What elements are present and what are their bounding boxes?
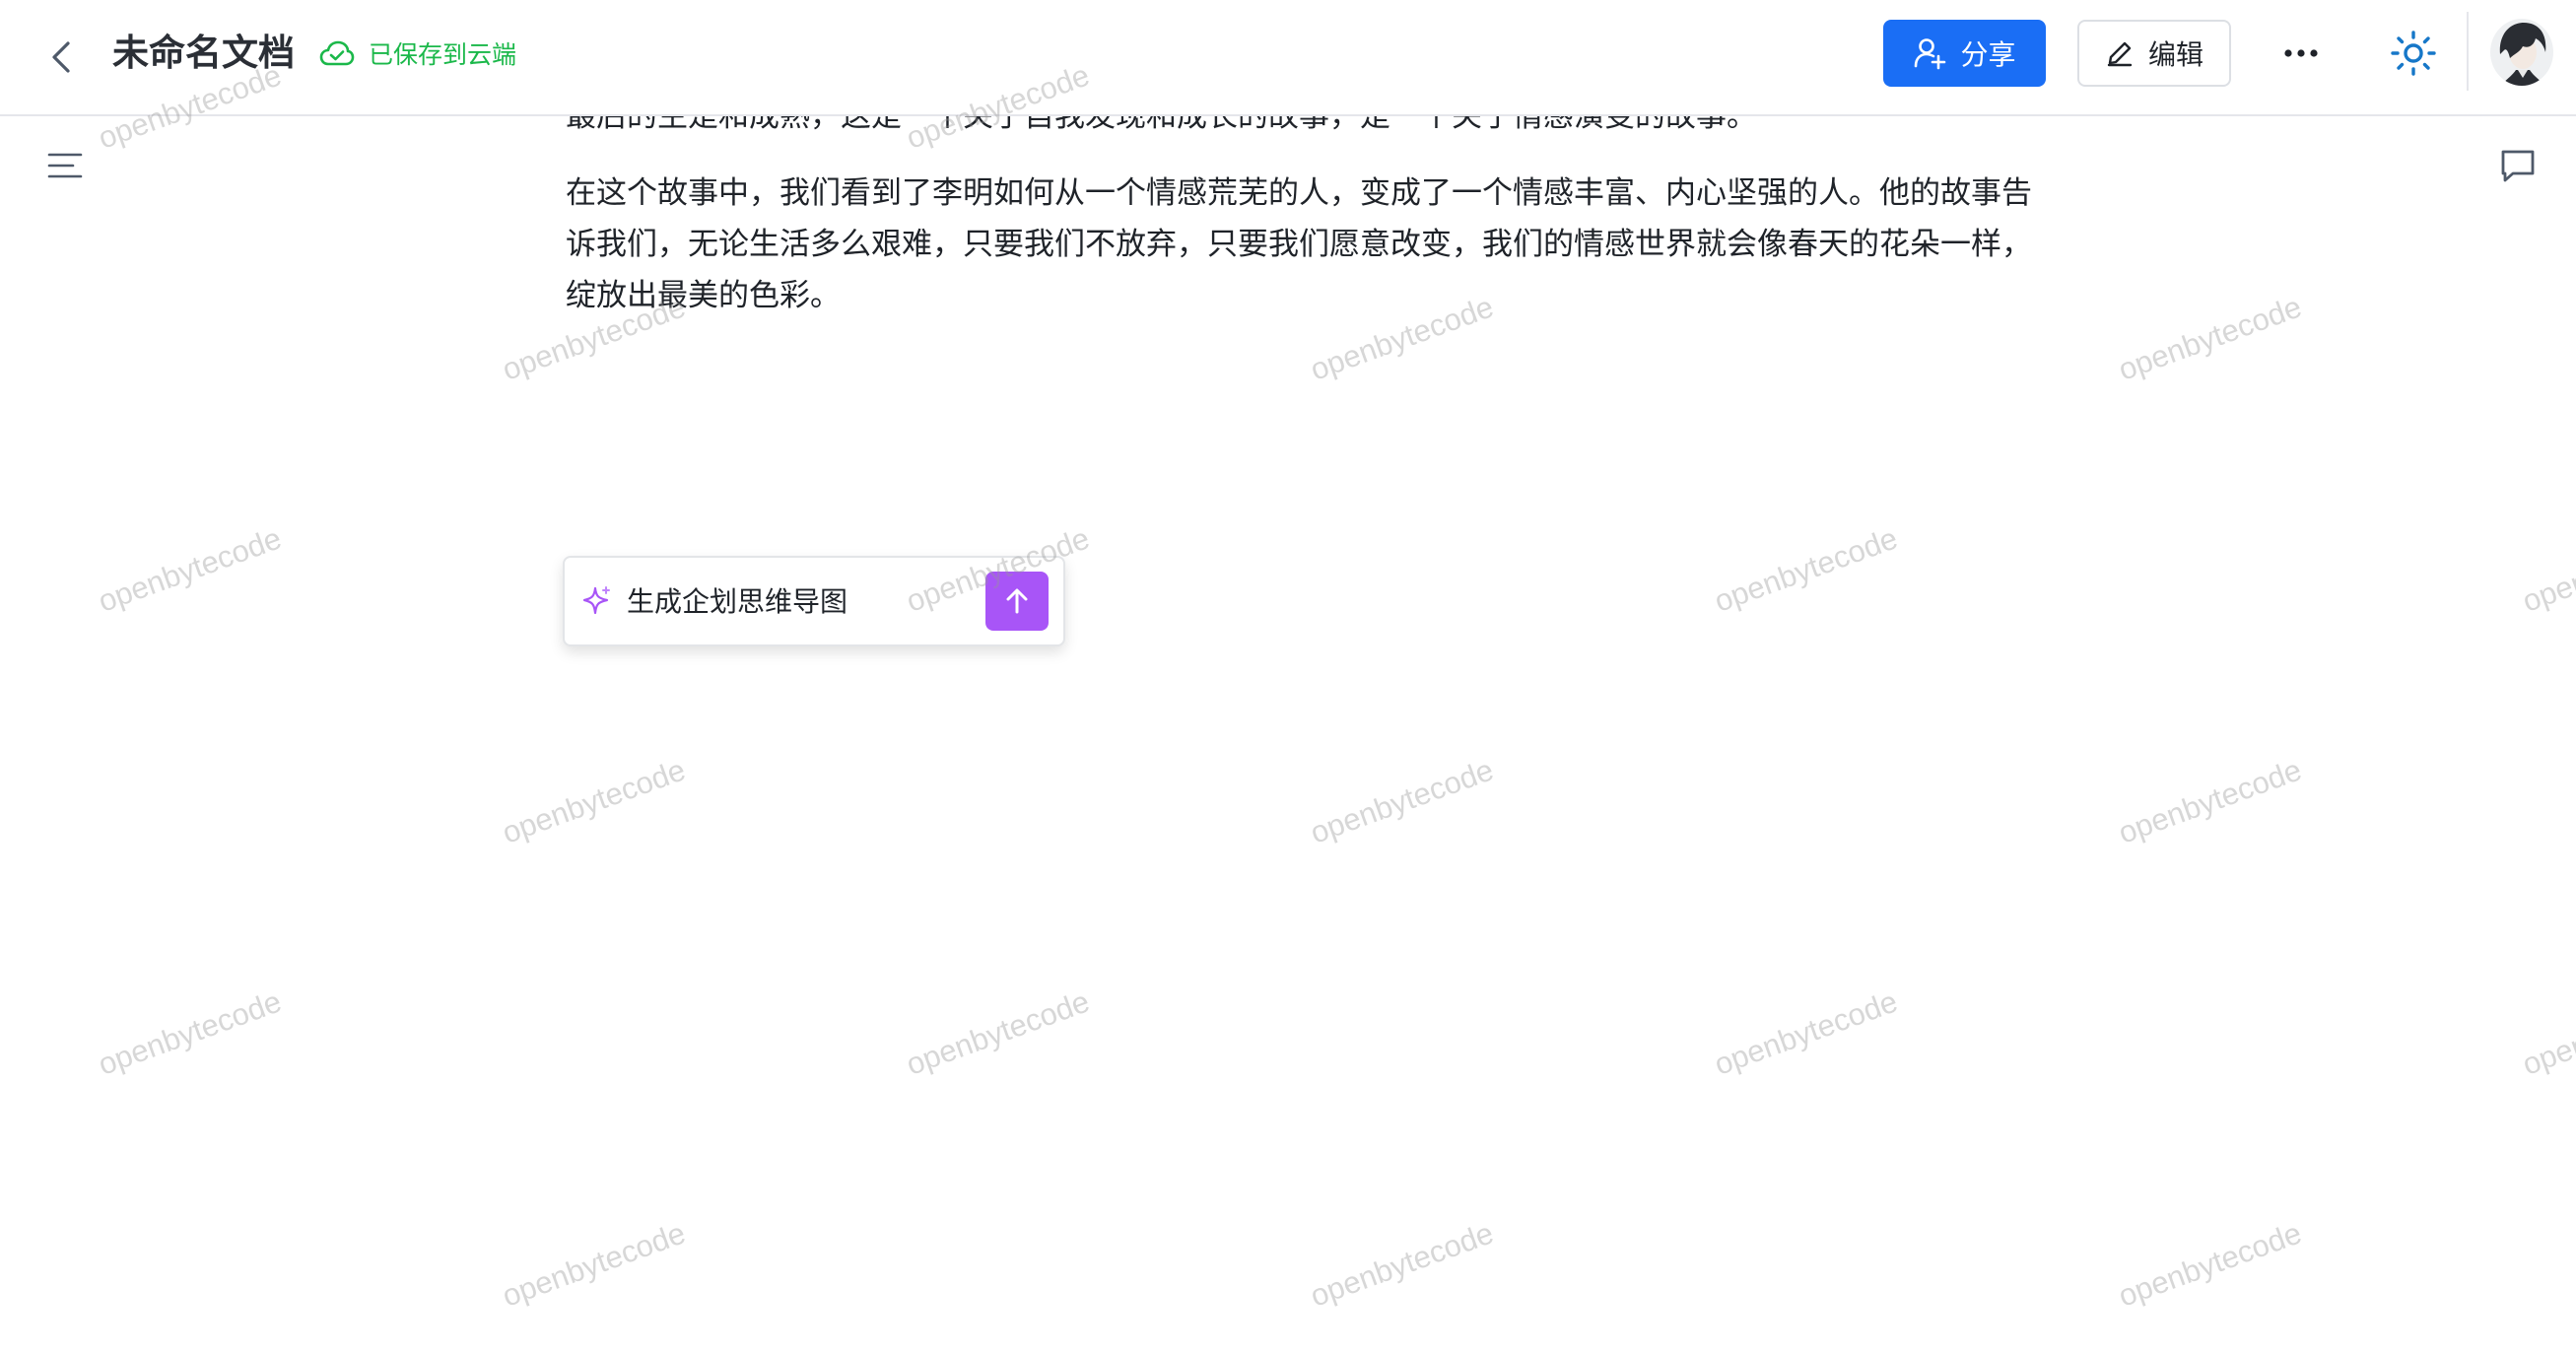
ai-prompt-box: [563, 556, 1065, 646]
watermark: openbytecode: [2114, 752, 2307, 850]
header-divider: [2467, 12, 2469, 91]
theme-toggle-button[interactable]: [2384, 24, 2443, 83]
share-label: 分享: [1960, 39, 2016, 70]
edit-label: 编辑: [2147, 39, 2203, 70]
watermark: openbytecode: [498, 752, 691, 850]
document-title[interactable]: 未命名文档: [112, 29, 295, 78]
ellipsis-icon: [2284, 48, 2318, 58]
back-button[interactable]: [37, 34, 85, 81]
watermark: openbytecode: [94, 520, 287, 619]
watermark: openbytecode: [94, 983, 287, 1082]
ai-prompt-input[interactable]: [627, 577, 942, 623]
watermark: openbytecode: [902, 983, 1095, 1082]
pencil-icon: [2105, 38, 2135, 68]
sparkle-icon: [581, 585, 613, 617]
watermark: openbytecode: [1710, 520, 1903, 619]
comment-icon: [2499, 147, 2537, 184]
sun-icon: [2389, 29, 2438, 78]
watermark: openbytecode: [498, 1215, 691, 1314]
watermark: openbytecode: [2114, 1215, 2307, 1314]
watermark: openbytecode: [2114, 289, 2307, 387]
comments-button[interactable]: [2498, 146, 2538, 185]
watermark: openbytecode: [2518, 520, 2576, 619]
cloud-check-icon: [319, 39, 355, 67]
edit-button[interactable]: 编辑: [2077, 20, 2231, 87]
watermark: openbytecode: [2518, 983, 2576, 1082]
watermark: openbytecode: [1710, 983, 1903, 1082]
document-content[interactable]: 最后的主是和成熟，这是一个关于自我发现和成长的故事，是一个关于情感演变的故事。 …: [566, 91, 2034, 321]
share-button[interactable]: 分享: [1883, 20, 2046, 87]
top-bar: 未命名文档 已保存到云端 分享 编辑: [0, 0, 2576, 116]
document-page: 未命名文档 已保存到云端 分享 编辑 在这个故事中，我们看到了李明如何从一个情感…: [0, 0, 2576, 1354]
more-options-button[interactable]: [2271, 30, 2331, 77]
save-status: 已保存到云端: [319, 35, 516, 71]
list-icon: [47, 152, 83, 179]
outline-toggle-button[interactable]: [45, 148, 85, 183]
watermark: openbytecode: [1306, 1215, 1499, 1314]
user-avatar[interactable]: [2490, 19, 2553, 86]
watermark: openbytecode: [1306, 752, 1499, 850]
user-plus-icon: [1913, 36, 1946, 70]
send-button[interactable]: [985, 572, 1049, 631]
chevron-left-icon: [50, 40, 72, 74]
paragraph: 在这个故事中，我们看到了李明如何从一个情感荒芜的人，变成了一个情感丰富、内心坚强…: [566, 175, 2032, 312]
save-status-text: 已保存到云端: [369, 41, 517, 69]
arrow-up-icon: [1004, 587, 1030, 615]
